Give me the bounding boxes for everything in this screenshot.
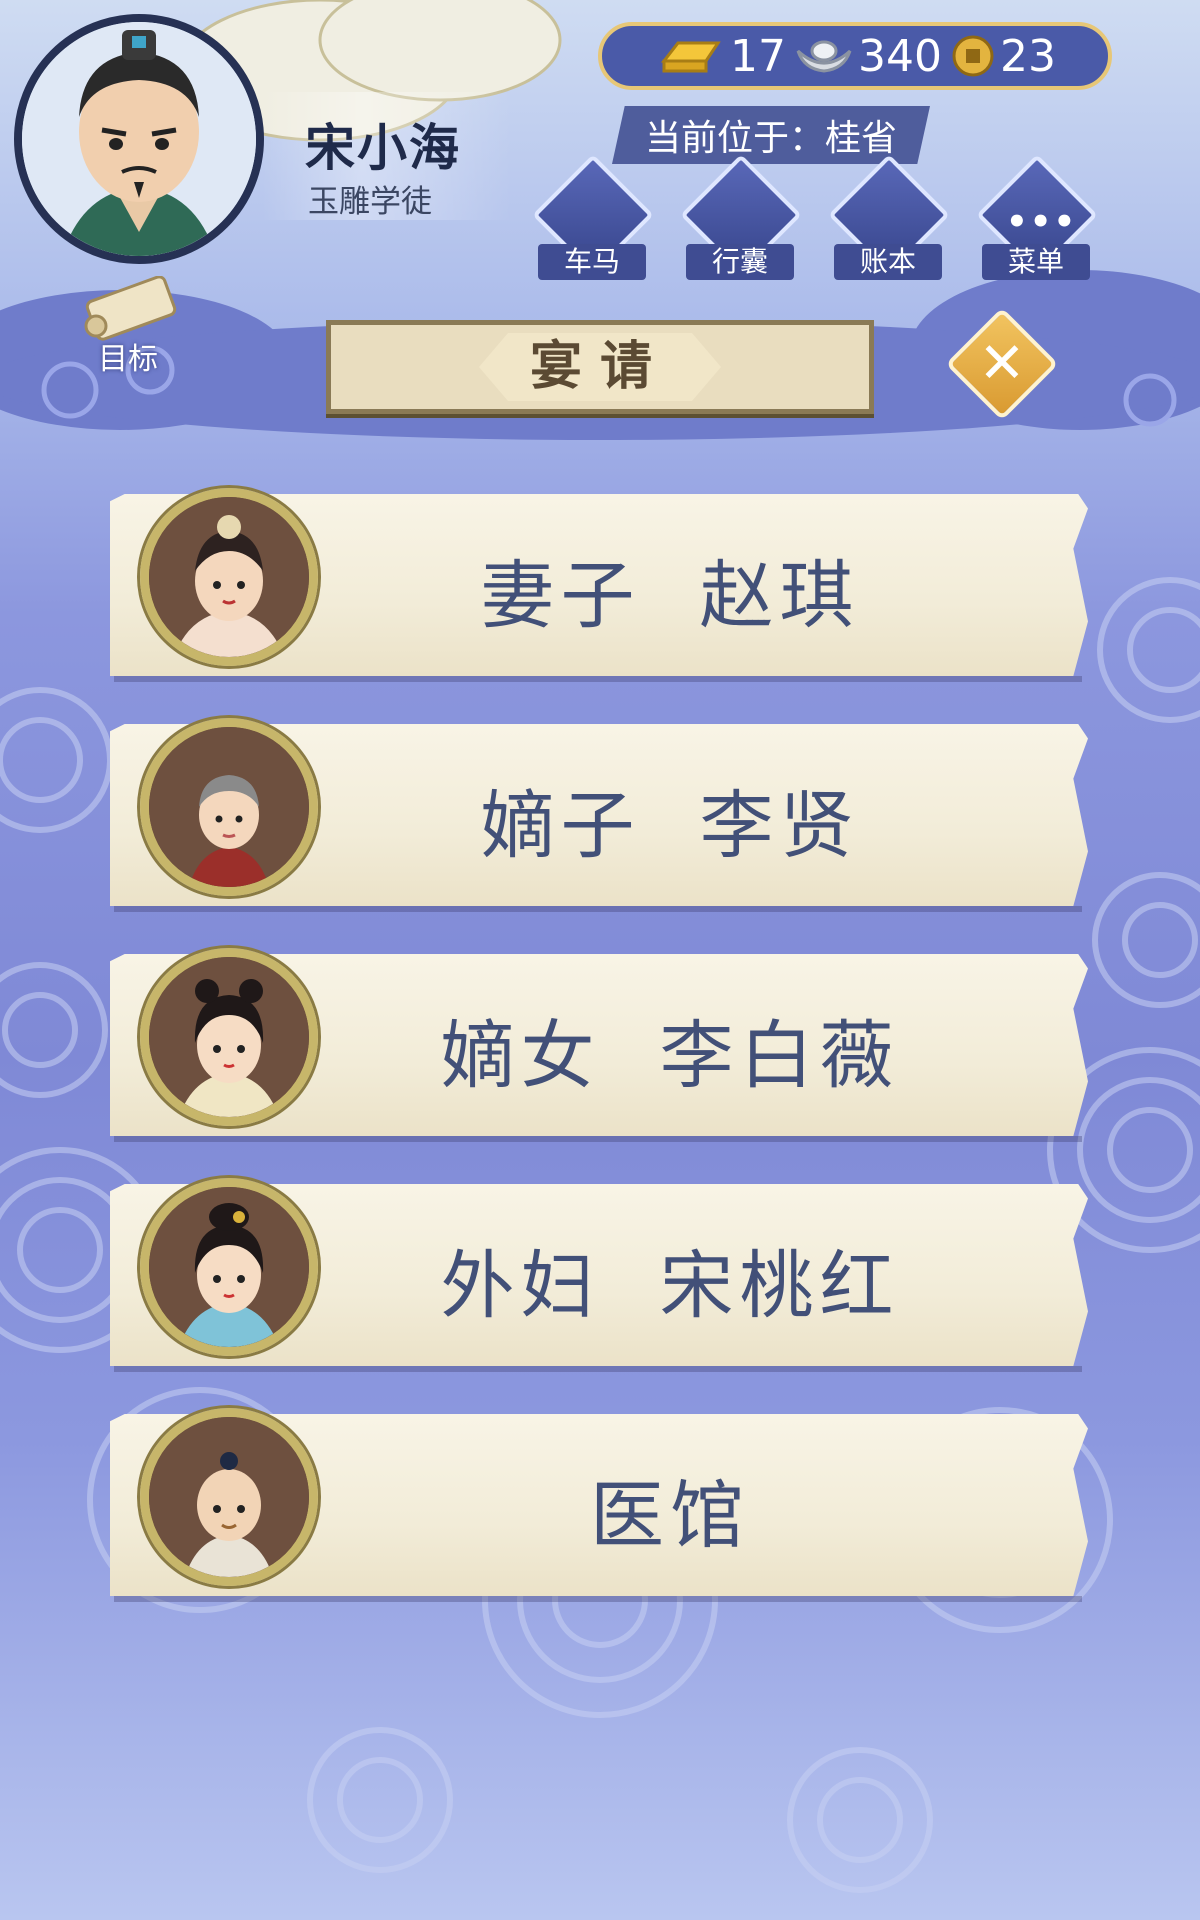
mistress-face xyxy=(149,1187,309,1347)
daughter-portrait xyxy=(140,948,318,1126)
coin-count: 23 xyxy=(999,30,1056,82)
clinic-face xyxy=(149,1417,309,1577)
invite-item-label: 妻子 赵琪 xyxy=(480,553,860,639)
invite-item-clinic[interactable]: 医馆 xyxy=(110,1408,1088,1602)
close-icon: ✕ xyxy=(978,331,1026,396)
menu-label-carriage: 车马 xyxy=(538,244,646,280)
invite-item-label: 嫡子 李贤 xyxy=(480,783,860,869)
location-indicator: 当前位于：桂省 xyxy=(612,106,930,164)
menu-button-carriage[interactable]: 车马 xyxy=(532,154,654,282)
game-screen: { "player": {"name": "宋小海", "title": "玉雕… xyxy=(0,0,1200,1920)
clinic-portrait xyxy=(140,1408,318,1586)
silver-ingot-icon xyxy=(796,40,852,73)
card-shadow xyxy=(114,1596,1082,1602)
invite-item-label: 医馆 xyxy=(590,1473,750,1559)
invite-item-son[interactable]: 嫡子 李贤 xyxy=(110,718,1088,912)
gold-ingot-icon xyxy=(660,41,721,73)
silver-count: 340 xyxy=(858,30,942,82)
son-face xyxy=(149,727,309,887)
player-rank-title: 玉雕学徒 xyxy=(308,184,432,220)
card-shadow xyxy=(114,676,1082,682)
wife-face xyxy=(149,497,309,657)
player-name: 宋小海 xyxy=(305,119,461,177)
currency-bar: 17 340 23 xyxy=(598,22,1112,90)
player-portrait xyxy=(22,22,256,256)
invite-item-label: 嫡女 李白薇 xyxy=(440,1013,900,1099)
gold-count: 17 xyxy=(730,30,786,82)
menu-label-bag: 行囊 xyxy=(686,244,794,280)
card-shadow xyxy=(114,906,1082,912)
mistress-portrait xyxy=(140,1178,318,1356)
invite-item-label: 外妇 宋桃红 xyxy=(440,1243,900,1329)
copper-coin-icon xyxy=(952,35,994,77)
wife-portrait xyxy=(140,488,318,666)
location-text: 当前位于：桂省 xyxy=(644,118,897,159)
card-shadow xyxy=(114,1136,1082,1142)
menu-button-ledger[interactable]: 账本 xyxy=(828,154,950,282)
card-shadow xyxy=(114,1366,1082,1372)
player-avatar[interactable] xyxy=(14,14,264,264)
goal-label: 目标 xyxy=(98,342,158,377)
panel-title: 宴请 xyxy=(529,337,670,397)
menu-label-more: 菜单 xyxy=(982,244,1090,280)
invite-item-wife[interactable]: 妻子 赵琪 xyxy=(110,488,1088,682)
daughter-face xyxy=(149,957,309,1117)
invite-item-mistress[interactable]: 外妇 宋桃红 xyxy=(110,1178,1088,1372)
panel-title-banner: 宴请 xyxy=(326,320,874,414)
more-dots: ••• xyxy=(1006,202,1078,242)
son-portrait xyxy=(140,718,318,896)
menu-label-ledger: 账本 xyxy=(834,244,942,280)
invite-item-daughter[interactable]: 嫡女 李白薇 xyxy=(110,948,1088,1142)
menu-button-more[interactable]: ••• 菜单 xyxy=(976,154,1098,282)
menu-button-bag[interactable]: 行囊 xyxy=(680,154,802,282)
